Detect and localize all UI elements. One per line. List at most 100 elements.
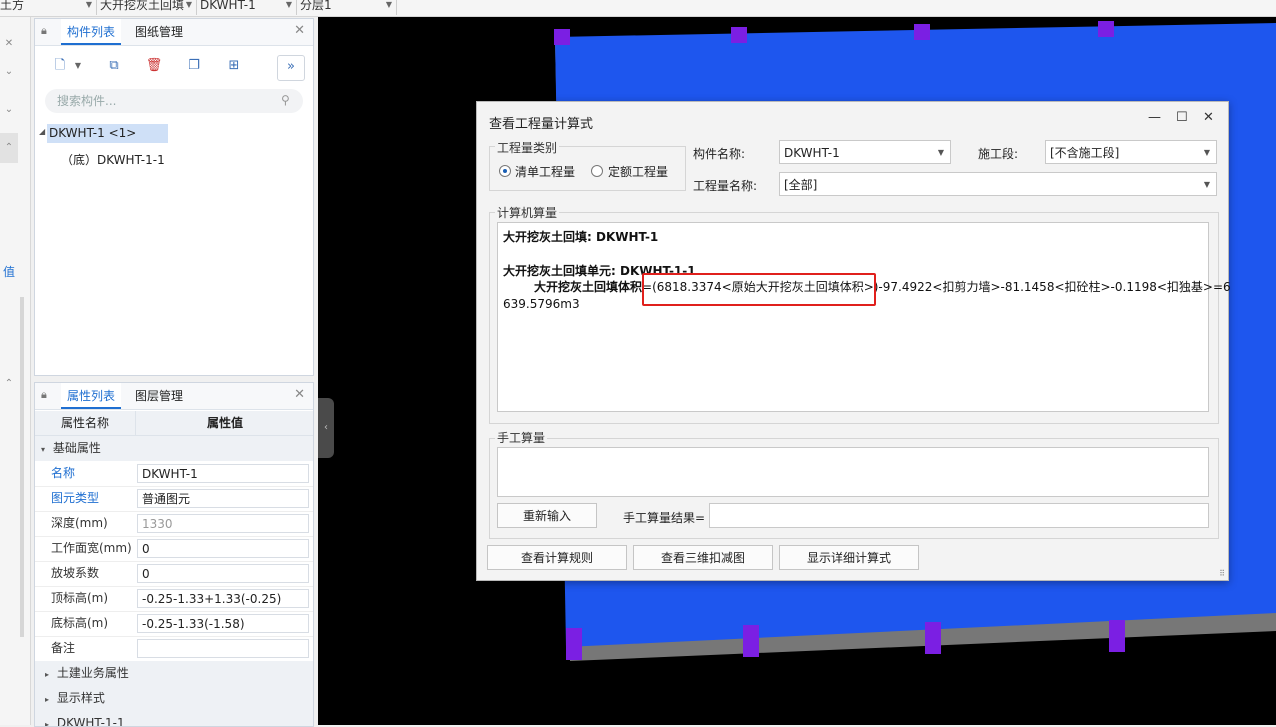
- property-panel-tabbar: 🔒︎ 属性列表 图层管理 ✕: [35, 383, 313, 410]
- prop-name: 底标高(m): [51, 616, 109, 630]
- stage-value: [不含施工段]: [1050, 146, 1120, 160]
- expand-icon: ▸: [45, 670, 50, 679]
- chevron-down-icon: ▼: [1203, 148, 1210, 157]
- close-icon[interactable]: ✕: [1203, 110, 1214, 125]
- prop-value-input[interactable]: DKWHT-1: [137, 464, 309, 483]
- prop-name: 放坡系数: [51, 566, 100, 580]
- group-civil-props[interactable]: ▸ 土建业务属性: [35, 661, 313, 686]
- calc-line-volume: 大开挖灰土回填体积=(6818.3374<原始大开挖灰土回填体积>)-97.49…: [534, 279, 1231, 295]
- expand-icon: ▸: [45, 695, 50, 704]
- chevron-up-icon[interactable]: ⌃: [0, 369, 18, 399]
- prop-row: 顶标高(m) -0.25-1.33+1.33(-0.25): [35, 586, 313, 612]
- component-name-label: 构件名称:: [693, 147, 746, 161]
- chevron-down-icon[interactable]: ▼: [73, 55, 83, 79]
- manual-result-label: 手工算量结果=: [623, 511, 706, 525]
- prop-value-input[interactable]: 普通图元: [137, 489, 309, 508]
- panel-collapse-handle[interactable]: ‹: [318, 398, 334, 458]
- tab-component-list[interactable]: 构件列表: [61, 19, 122, 45]
- calc-line-result: 639.5796m3: [503, 297, 580, 311]
- left-nav-strip: ✕ ⌄ ⌄ ⌃ 值 ⌃: [0, 17, 31, 725]
- more-icon[interactable]: »: [277, 55, 305, 81]
- group-civil-label: 土建业务属性: [56, 666, 129, 680]
- copy-icon[interactable]: ⧉: [101, 55, 127, 79]
- chevron-down-icon[interactable]: ⌄: [0, 95, 18, 125]
- maximize-icon[interactable]: ☐: [1176, 110, 1188, 125]
- chevron-down-icon: ▼: [1203, 180, 1210, 189]
- prop-row: 名称 DKWHT-1: [35, 461, 313, 487]
- computer-calc-text[interactable]: 大开挖灰土回填: DKWHT-1 大开挖灰土回填单元: DKWHT-1-1 大开…: [497, 222, 1231, 412]
- prop-value-input[interactable]: 0: [137, 539, 309, 558]
- tab-drawing-manage[interactable]: 图纸管理: [129, 19, 189, 45]
- group-sub-unit-label: DKWHT-1-1: [56, 716, 125, 727]
- chevron-down-icon: ▼: [185, 0, 192, 9]
- tree-item-root[interactable]: DKWHT-1 <1>: [49, 126, 136, 140]
- category-select[interactable]: 大开挖灰土回填 ▼: [100, 0, 197, 15]
- component-name-value: DKWHT-1: [784, 146, 840, 160]
- model-marker: [731, 27, 747, 43]
- component-select-value: DKWHT-1: [200, 0, 256, 12]
- new-component-icon[interactable]: 🗋︎: [47, 55, 73, 79]
- component-list-panel: 🔒︎ 构件列表 图纸管理 ✕ 🗋︎ ▼ ⧉ 🗑︎ ❐ ⊞ » 搜索构件... ⚲…: [34, 18, 314, 376]
- scrollbar[interactable]: [20, 297, 24, 637]
- reinput-button[interactable]: 重新输入: [497, 503, 597, 528]
- component-name-select[interactable]: DKWHT-1 ▼: [779, 140, 951, 164]
- model-marker: [925, 622, 941, 654]
- model-marker: [566, 628, 582, 660]
- prop-name: 工作面宽(mm): [51, 541, 132, 555]
- tab-layer-manage[interactable]: 图层管理: [129, 383, 189, 409]
- prop-name: 名称: [51, 466, 76, 480]
- view-3d-deduction-button[interactable]: 查看三维扣减图: [633, 545, 773, 570]
- radio-list-qty-label[interactable]: 清单工程量: [515, 163, 575, 180]
- chevron-down-icon: ▼: [937, 148, 944, 157]
- radio-quota-qty-label[interactable]: 定额工程量: [608, 163, 668, 180]
- model-marker: [1109, 620, 1125, 652]
- pin-icon[interactable]: 🔒︎: [41, 24, 51, 38]
- prop-value-input[interactable]: 0: [137, 564, 309, 583]
- prop-name: 深度(mm): [51, 516, 108, 530]
- qty-name-select[interactable]: [全部] ▼: [779, 172, 1217, 196]
- delete-icon[interactable]: 🗑︎: [141, 55, 167, 79]
- manual-result-field[interactable]: [709, 503, 1209, 528]
- duplicate-icon[interactable]: ❐: [181, 55, 207, 79]
- prop-value-input[interactable]: -0.25-1.33+1.33(-0.25): [137, 589, 309, 608]
- manual-calc-input[interactable]: [497, 447, 1209, 497]
- prop-name: 顶标高(m): [51, 591, 109, 605]
- prop-row: 放坡系数 0: [35, 561, 313, 587]
- layer-select[interactable]: 分层1 ▼: [300, 0, 397, 15]
- qty-name-label: 工程量名称:: [693, 179, 758, 193]
- filter-icon[interactable]: ⊞: [221, 55, 247, 79]
- group-basic-label: 基础属性: [52, 441, 101, 455]
- quantity-formula-dialog: 查看工程量计算式 — ☐ ✕ 工程量类别 清单工程量 定额工程量 构件名称: D…: [476, 101, 1231, 581]
- group-display-style[interactable]: ▸ 显示样式: [35, 686, 313, 711]
- pin-icon[interactable]: 🔒︎: [41, 388, 51, 402]
- chevron-down-icon[interactable]: ⌄: [0, 57, 18, 87]
- prop-value-input[interactable]: -0.25-1.33(-1.58): [137, 614, 309, 633]
- resize-grip-icon[interactable]: ⠿: [1219, 569, 1225, 578]
- tab-property-list[interactable]: 属性列表: [61, 383, 122, 409]
- prop-value-input[interactable]: [137, 639, 309, 658]
- dialog-title: 查看工程量计算式: [489, 117, 594, 132]
- chevron-up-icon[interactable]: ⌃: [0, 133, 18, 163]
- minimize-icon[interactable]: —: [1148, 110, 1161, 125]
- layer-select-value: 分层1: [300, 0, 332, 12]
- close-icon[interactable]: ✕: [294, 387, 305, 402]
- collapse-icon: ▾: [41, 445, 46, 454]
- tree-item-child[interactable]: （底）DKWHT-1-1: [61, 151, 165, 168]
- component-select[interactable]: DKWHT-1 ▼: [200, 0, 297, 15]
- tree-collapse-icon[interactable]: ◢: [39, 127, 45, 136]
- group-basic-props[interactable]: ▾ 基础属性: [35, 436, 313, 461]
- search-input[interactable]: 搜索构件...: [45, 89, 303, 113]
- prop-value-input[interactable]: 1330: [137, 514, 309, 533]
- stage-select[interactable]: [不含施工段] ▼: [1045, 140, 1217, 164]
- property-panel: 🔒︎ 属性列表 图层管理 ✕ 属性名称 属性值 ▾ 基础属性 名称 DKWHT-…: [34, 382, 314, 727]
- view-calc-rules-button[interactable]: 查看计算规则: [487, 545, 627, 570]
- radio-list-qty[interactable]: [499, 165, 511, 177]
- close-icon[interactable]: ✕: [0, 29, 18, 59]
- radio-quota-qty[interactable]: [591, 165, 603, 177]
- close-icon[interactable]: ✕: [294, 23, 305, 38]
- prop-row: 备注: [35, 636, 313, 662]
- type-select[interactable]: 土方 ▼: [0, 0, 97, 15]
- show-detail-formula-button[interactable]: 显示详细计算式: [779, 545, 919, 570]
- qty-type-label: 工程量类别: [495, 139, 560, 156]
- search-icon: ⚲: [281, 93, 290, 107]
